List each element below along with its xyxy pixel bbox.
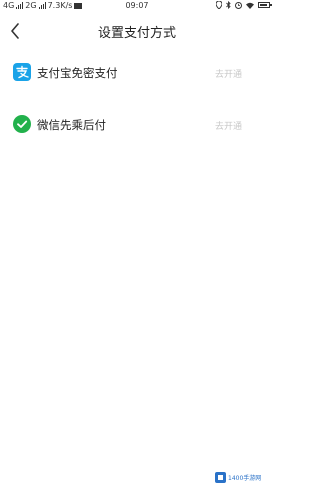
payment-option-wechat[interactable]: 微信先乘后付 去开通 — [0, 113, 274, 137]
battery-icon — [258, 2, 272, 8]
alarm-icon — [235, 1, 242, 9]
location-icon — [216, 1, 222, 9]
payment-option-alipay[interactable]: 支付宝免密支付 去开通 — [0, 61, 274, 85]
wechat-pay-icon — [13, 115, 31, 133]
wifi-icon — [246, 2, 254, 9]
watermark: 1400手游网 — [215, 471, 269, 484]
navigation-bar: 设置支付方式 — [0, 16, 274, 46]
bluetooth-icon — [226, 1, 231, 9]
status-bar: 4G 2G 7.3K/s 09:07 — [0, 0, 274, 13]
watermark-logo-icon — [215, 472, 226, 483]
payment-option-label: 支付宝免密支付 — [37, 66, 118, 80]
enable-link[interactable]: 去开通 — [215, 67, 242, 80]
watermark-text: 1400手游网 — [228, 475, 262, 482]
enable-link[interactable]: 去开通 — [215, 119, 242, 132]
page-title: 设置支付方式 — [97, 26, 176, 41]
payment-option-label: 微信先乘后付 — [37, 118, 106, 132]
status-right — [216, 1, 272, 9]
alipay-icon — [13, 63, 31, 81]
